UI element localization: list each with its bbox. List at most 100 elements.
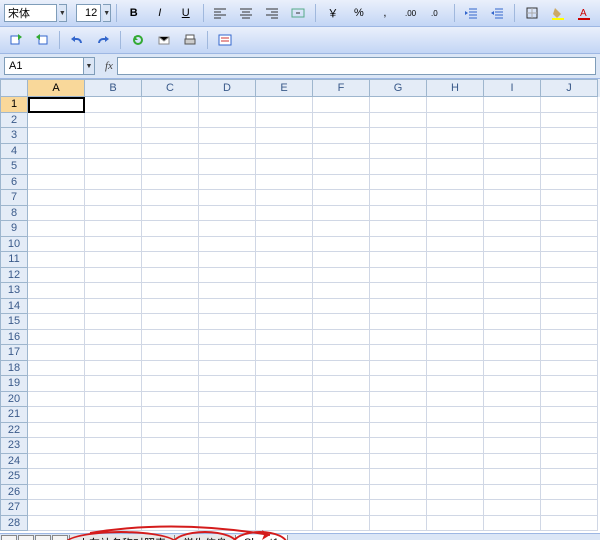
row-header[interactable]: 3 [0,128,28,144]
cell[interactable] [370,159,427,175]
cell[interactable] [85,500,142,516]
cell[interactable] [28,159,85,175]
cell[interactable] [28,113,85,129]
percent-button[interactable]: % [347,3,371,23]
cell[interactable] [256,361,313,377]
cell[interactable] [484,144,541,160]
cell[interactable] [370,438,427,454]
cell[interactable] [370,283,427,299]
cell[interactable] [256,485,313,501]
column-header[interactable]: F [313,79,370,97]
cell[interactable] [142,407,199,423]
font-color-button[interactable]: A [572,3,596,23]
cell[interactable] [541,97,598,113]
sheet-tab-2[interactable]: Sheet1 [235,535,288,540]
cell[interactable] [427,361,484,377]
cell[interactable] [28,345,85,361]
cell[interactable] [541,144,598,160]
cells-region[interactable] [28,97,600,533]
cell[interactable] [313,330,370,346]
row-header[interactable]: 20 [0,392,28,408]
cell[interactable] [28,469,85,485]
cell[interactable] [427,454,484,470]
row-header[interactable]: 16 [0,330,28,346]
currency-button[interactable]: ￥ [321,3,345,23]
column-header[interactable]: C [142,79,199,97]
cell[interactable] [28,190,85,206]
cell[interactable] [142,423,199,439]
cell[interactable] [28,454,85,470]
cell[interactable] [199,159,256,175]
column-header[interactable]: E [256,79,313,97]
cell[interactable] [484,516,541,532]
cell[interactable] [28,206,85,222]
cell[interactable] [427,392,484,408]
cell[interactable] [313,221,370,237]
cell[interactable] [370,97,427,113]
comma-button[interactable]: , [373,3,397,23]
cell[interactable] [427,500,484,516]
cell[interactable] [199,175,256,191]
cell[interactable] [313,376,370,392]
cell[interactable] [199,407,256,423]
cell[interactable] [142,159,199,175]
cell[interactable] [313,361,370,377]
cell[interactable] [541,485,598,501]
cell[interactable] [199,330,256,346]
cell[interactable] [313,345,370,361]
row-header[interactable]: 21 [0,407,28,423]
cell[interactable] [541,469,598,485]
cell[interactable] [541,159,598,175]
cell[interactable] [541,500,598,516]
underline-button[interactable]: U [174,3,198,23]
cell[interactable] [256,128,313,144]
cell[interactable] [427,299,484,315]
column-header[interactable]: B [85,79,142,97]
cell[interactable] [85,454,142,470]
cell[interactable] [427,144,484,160]
cell[interactable] [28,500,85,516]
row-header[interactable]: 13 [0,283,28,299]
cell[interactable] [256,252,313,268]
cell[interactable] [484,252,541,268]
cell[interactable] [85,485,142,501]
cell[interactable] [370,299,427,315]
tab-nav-prev[interactable]: ◀ [18,535,34,540]
cell[interactable] [370,237,427,253]
cell[interactable] [85,190,142,206]
cell[interactable] [142,113,199,129]
cell[interactable] [85,97,142,113]
cell[interactable] [427,190,484,206]
fx-icon[interactable]: fx [105,60,113,72]
cell[interactable] [28,144,85,160]
font-name-dropdown[interactable]: ▼ [59,4,67,22]
cell[interactable] [28,361,85,377]
cell[interactable] [541,283,598,299]
cell[interactable] [484,159,541,175]
cell[interactable] [370,252,427,268]
cell[interactable] [85,283,142,299]
cell[interactable] [541,206,598,222]
cell[interactable] [28,314,85,330]
cell[interactable] [541,314,598,330]
cell[interactable] [28,485,85,501]
cell[interactable] [484,237,541,253]
cell[interactable] [142,438,199,454]
cell[interactable] [199,128,256,144]
cell[interactable] [484,175,541,191]
cell[interactable] [484,469,541,485]
cell[interactable] [142,97,199,113]
row-header[interactable]: 9 [0,221,28,237]
cell[interactable] [313,454,370,470]
cell[interactable] [313,314,370,330]
row-header[interactable]: 25 [0,469,28,485]
cell[interactable] [142,314,199,330]
row-header[interactable]: 8 [0,206,28,222]
cell[interactable] [370,345,427,361]
row-header[interactable]: 27 [0,500,28,516]
formula-input[interactable] [117,57,596,75]
column-header[interactable]: I [484,79,541,97]
cell[interactable] [370,128,427,144]
row-header[interactable]: 28 [0,516,28,532]
tool-refresh-button[interactable] [126,30,150,50]
